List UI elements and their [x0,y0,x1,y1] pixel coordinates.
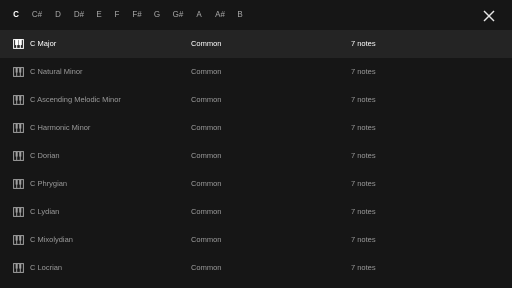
scale-name: C Natural Minor [30,67,83,76]
piano-keys-icon [13,67,24,77]
scale-note-count: 7 notes [351,151,376,160]
scale-list: C Major Common 7 notes C Natural Minor Commo… [0,30,512,282]
key-selector-bar: C C# D D# E F F# G G# A A# B [0,0,512,30]
key-tab-f-sharp[interactable]: F# [132,10,141,20]
scale-category: Common [191,207,222,216]
key-tab-c-sharp[interactable]: C# [32,10,42,20]
scale-category: Common [191,95,222,104]
close-icon[interactable] [482,9,496,23]
scale-row[interactable]: C Natural Minor Common 7 notes [0,58,512,86]
scale-row[interactable]: C Lydian Common 7 notes [0,198,512,226]
scale-note-count: 7 notes [351,235,376,244]
scale-name: C Mixolydian [30,235,73,244]
key-tab-b[interactable]: B [237,10,242,20]
scale-name: C Locrian [30,263,63,272]
scale-name: C Phrygian [30,179,68,188]
scale-category: Common [191,235,222,244]
scale-note-count: 7 notes [351,39,376,48]
scale-note-count: 7 notes [351,67,376,76]
scale-name: C Major [30,39,57,48]
piano-keys-icon [13,151,24,161]
scale-row[interactable]: C Dorian Common 7 notes [0,142,512,170]
scale-category: Common [191,179,222,188]
scale-row[interactable]: C Locrian Common 7 notes [0,254,512,282]
key-tab-d[interactable]: D [55,10,61,20]
piano-keys-icon [13,123,24,133]
scale-category: Common [191,263,222,272]
key-tab-a-sharp[interactable]: A# [215,10,225,20]
scale-row[interactable]: C Mixolydian Common 7 notes [0,226,512,254]
piano-keys-icon [13,95,24,105]
scale-name: C Lydian [30,207,60,216]
scale-category: Common [191,123,222,132]
scale-category: Common [191,67,222,76]
scale-note-count: 7 notes [351,95,376,104]
piano-keys-icon [13,235,24,245]
scale-row[interactable]: C Harmonic Minor Common 7 notes [0,114,512,142]
piano-keys-icon [13,179,24,189]
scale-note-count: 7 notes [351,207,376,216]
key-tab-d-sharp[interactable]: D# [74,10,84,20]
scale-row[interactable]: C Phrygian Common 7 notes [0,170,512,198]
key-tab-a[interactable]: A [196,10,201,20]
scale-row[interactable]: C Major Common 7 notes [0,30,512,58]
key-tab-g[interactable]: G [154,10,160,20]
scale-category: Common [191,39,222,48]
scale-note-count: 7 notes [351,263,376,272]
scale-name: C Dorian [30,151,60,160]
scale-name: C Ascending Melodic Minor [30,95,121,104]
scale-row[interactable]: C Ascending Melodic Minor Common 7 notes [0,86,512,114]
key-tab-e[interactable]: E [96,10,101,20]
key-tab-c[interactable]: C [13,10,19,20]
piano-keys-icon [13,263,24,273]
scale-category: Common [191,151,222,160]
key-tab-f[interactable]: F [115,10,120,20]
key-tab-g-sharp[interactable]: G# [173,10,184,20]
piano-keys-icon [13,207,24,217]
scale-note-count: 7 notes [351,179,376,188]
scale-note-count: 7 notes [351,123,376,132]
piano-keys-icon [13,39,24,49]
scale-name: C Harmonic Minor [30,123,91,132]
